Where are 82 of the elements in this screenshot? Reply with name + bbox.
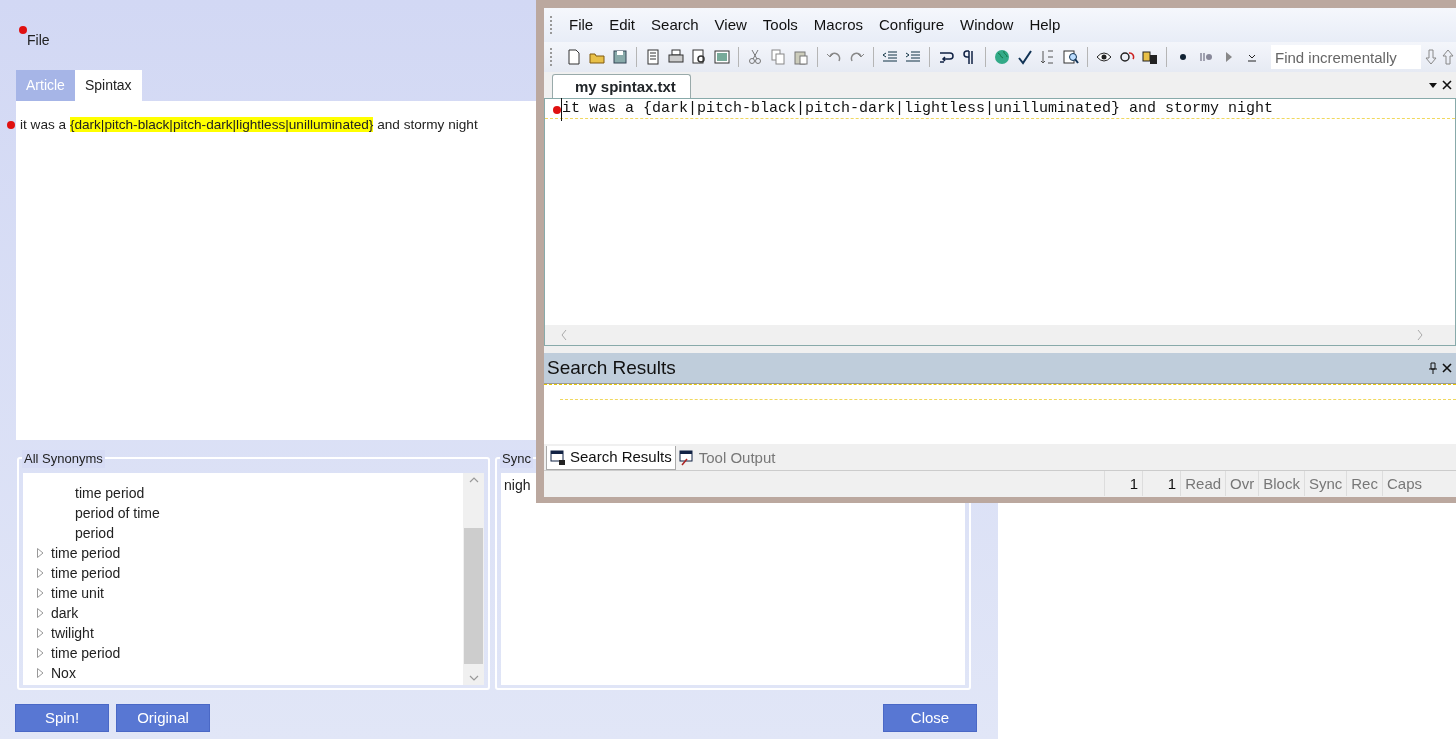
expand-arrow-icon[interactable] (36, 668, 44, 678)
article-text: it was a {dark|pitch-black|pitch-dark|lightless|unilluminated} and stormy night (20, 116, 478, 134)
expand-arrow-icon[interactable] (36, 588, 44, 598)
status-indicator: Rec (1346, 471, 1382, 496)
window-icon (550, 449, 566, 466)
expand-arrow-icon[interactable] (36, 608, 44, 618)
list-item[interactable]: nigh (504, 475, 531, 496)
menu-item[interactable]: File (561, 13, 602, 37)
scroll-thumb[interactable] (464, 528, 483, 664)
expand-arrow-icon[interactable] (36, 548, 44, 558)
print-preview-icon[interactable] (691, 49, 707, 65)
menu-item[interactable]: View (706, 13, 755, 37)
pane-tab[interactable]: Tool Output (675, 446, 779, 470)
button[interactable]: Original (116, 704, 210, 732)
globe-icon[interactable] (994, 49, 1010, 65)
new-file-icon[interactable] (566, 49, 582, 65)
group-title: Sync (500, 450, 533, 468)
pin-icon[interactable] (1428, 362, 1438, 374)
expand-arrow-icon[interactable] (36, 648, 44, 658)
menu-item[interactable]: Configure (871, 13, 953, 37)
sort-icon[interactable] (1040, 49, 1056, 65)
status-indicator: 1 (1104, 471, 1143, 496)
tree-item[interactable]: time period (51, 642, 121, 664)
spellcheck-icon[interactable] (1017, 49, 1033, 65)
status-indicator: Sync (1303, 471, 1347, 496)
copy-icon[interactable] (770, 49, 786, 65)
tree-item[interactable]: dark (51, 602, 79, 624)
status-indicator: Read (1180, 471, 1226, 496)
menu-item[interactable]: Edit (601, 13, 644, 37)
status-indicator: 1 (1142, 471, 1181, 496)
tree-item[interactable]: time period (51, 542, 121, 564)
status-indicator: Ovr (1225, 471, 1259, 496)
close-icon[interactable] (1442, 363, 1452, 373)
scrollbar[interactable] (463, 473, 484, 685)
code-line: it was a {dark|pitch-black|pitch-dark|lightless|unilluminated} and stormy night (561, 98, 1274, 121)
menu-item[interactable]: Macros (805, 13, 872, 37)
pages-icon[interactable] (645, 49, 661, 65)
down-arrow-icon[interactable] (1424, 49, 1438, 65)
paste-icon[interactable] (793, 49, 809, 65)
find-replace-icon[interactable] (1063, 49, 1079, 65)
button[interactable]: Close (883, 704, 977, 732)
up-arrow-icon[interactable] (1441, 49, 1455, 65)
menu-item[interactable]: Help (1021, 13, 1069, 37)
grip-handle[interactable] (550, 48, 553, 66)
close-icon[interactable] (1442, 80, 1452, 90)
tree-item[interactable]: period of time (75, 502, 160, 524)
tree-item[interactable]: time unit (51, 582, 104, 604)
status-indicator: Block (1258, 471, 1304, 496)
pane-tab[interactable]: Search Results (546, 446, 676, 470)
document-tab[interactable]: my spintax.txt (552, 74, 691, 98)
menu-item[interactable]: Window (952, 13, 1022, 37)
menu-item[interactable]: Tools (754, 13, 806, 37)
menu-item[interactable]: File (27, 30, 50, 51)
search-field[interactable]: Find incrementally (1271, 45, 1421, 69)
tab[interactable]: Spintax (74, 70, 142, 101)
outdent-icon[interactable] (882, 49, 898, 65)
grip-handle[interactable] (550, 16, 553, 34)
tree-item[interactable]: twilight (51, 622, 94, 644)
indent-icon[interactable] (905, 49, 921, 65)
status-indicator: Caps (1381, 471, 1426, 496)
expand-arrow-icon[interactable] (36, 628, 44, 638)
printer-icon[interactable] (668, 49, 684, 65)
tree-item[interactable]: time period (75, 482, 145, 504)
window-icon (678, 450, 695, 466)
tree-item[interactable]: period (75, 522, 114, 544)
button[interactable]: Spin! (15, 704, 109, 732)
group-title: All Synonyms (22, 450, 105, 468)
text-editor[interactable]: it was a {dark|pitch-black|pitch-dark|lightless|unilluminated} and stormy night (544, 98, 1456, 346)
wrap-icon[interactable] (938, 49, 954, 65)
screen-icon[interactable] (714, 49, 730, 65)
pane-title: Search Results (547, 355, 676, 380)
scroll-left-icon[interactable] (559, 329, 569, 341)
scroll-right-icon[interactable] (1415, 329, 1425, 341)
tree-item[interactable]: time period (51, 562, 121, 584)
menu-item[interactable]: Search (643, 13, 707, 37)
eye-icon[interactable] (1096, 49, 1112, 65)
scrollbar[interactable] (545, 325, 1455, 345)
expand-arrow-icon[interactable] (36, 568, 44, 578)
save-icon[interactable] (612, 49, 628, 65)
cut-icon[interactable] (747, 49, 763, 65)
tree-item[interactable]: Nox (51, 662, 76, 684)
dropdown-icon[interactable] (1428, 80, 1438, 90)
